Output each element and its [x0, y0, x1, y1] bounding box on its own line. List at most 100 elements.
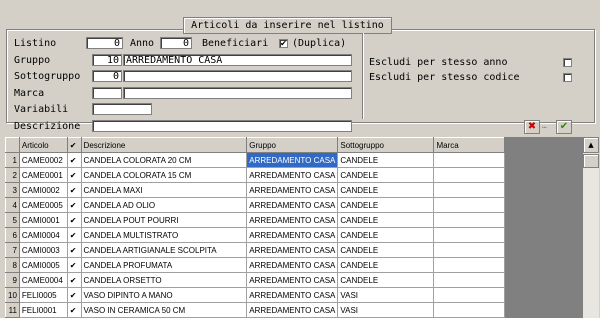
cell-gruppo[interactable]: ARREDAMENTO CASA: [246, 287, 339, 303]
gruppo-code-field[interactable]: 10: [92, 54, 122, 66]
cell-check[interactable]: ✔: [66, 242, 82, 258]
table-row[interactable]: 9 CAME0004 ✔ CANDELA ORSETTO ARREDAMENTO CAS…: [5, 272, 505, 288]
table-row[interactable]: 11 FELI0001 ✔ VASO IN CERAMICA 50 CM ARREDAM…: [5, 302, 505, 318]
row-number[interactable]: 5: [5, 212, 20, 228]
cell-check[interactable]: ✔: [66, 302, 82, 318]
escludi-codice-checkbox[interactable]: [563, 73, 572, 82]
cell-check[interactable]: ✔: [66, 152, 82, 168]
table-row[interactable]: 10 FELI0005 ✔ VASO DIPINTO A MANO ARREDAMENT…: [5, 287, 505, 303]
cell-descrizione[interactable]: VASO IN CERAMICA 50 CM: [80, 302, 248, 318]
table-row[interactable]: 7 CAMI0003 ✔ CANDELA ARTIGIANALE SCOLPITA AR…: [5, 242, 505, 258]
cell-gruppo[interactable]: ARREDAMENTO CASA: [246, 182, 339, 198]
confirm-button[interactable]: ✔: [556, 120, 572, 134]
row-number[interactable]: 6: [5, 227, 20, 243]
row-number[interactable]: 8: [5, 257, 20, 273]
col-header-articolo[interactable]: Articolo: [18, 137, 68, 153]
cell-check[interactable]: ✔: [66, 197, 82, 213]
cell-descrizione[interactable]: CANDELA MULTISTRATO: [80, 227, 248, 243]
cell-descrizione[interactable]: CANDELA MAXI: [80, 182, 248, 198]
marca-name-field[interactable]: [123, 87, 352, 99]
cell-marca[interactable]: [433, 197, 505, 213]
col-header-check[interactable]: ✔: [66, 137, 82, 153]
cell-descrizione[interactable]: CANDELA PROFUMATA: [80, 257, 248, 273]
row-number[interactable]: 7: [5, 242, 20, 258]
scroll-up-icon[interactable]: ▲: [583, 137, 599, 153]
table-row[interactable]: 1 CAME0002 ✔ CANDELA COLORATA 20 CM ARREDAME…: [5, 152, 505, 168]
col-header-gruppo[interactable]: Gruppo: [246, 137, 339, 153]
cell-gruppo[interactable]: ARREDAMENTO CASA: [246, 242, 339, 258]
beneficiari-checkbox[interactable]: ✔: [279, 39, 288, 48]
cell-sottogruppo[interactable]: CANDELE: [337, 257, 435, 273]
row-number[interactable]: 3: [5, 182, 20, 198]
cell-check[interactable]: ✔: [66, 272, 82, 288]
escludi-anno-checkbox[interactable]: [563, 58, 572, 67]
cell-marca[interactable]: [433, 302, 505, 318]
row-number[interactable]: 9: [5, 272, 20, 288]
gruppo-name-field[interactable]: ARREDAMENTO CASA: [123, 54, 352, 66]
cell-articolo[interactable]: CAMI0001: [18, 212, 68, 228]
cell-gruppo[interactable]: ARREDAMENTO CASA: [246, 197, 339, 213]
table-row[interactable]: 5 CAMI0001 ✔ CANDELA POUT POURRI ARREDAMENTO…: [5, 212, 505, 228]
cell-articolo[interactable]: FELI0005: [18, 287, 68, 303]
row-number[interactable]: 2: [5, 167, 20, 183]
cell-sottogruppo[interactable]: CANDELE: [337, 167, 435, 183]
cell-gruppo[interactable]: ARREDAMENTO CASA: [246, 227, 339, 243]
cell-descrizione[interactable]: CANDELA ORSETTO: [80, 272, 248, 288]
row-number[interactable]: 10: [5, 287, 20, 303]
cell-gruppo[interactable]: ARREDAMENTO CASA: [246, 257, 339, 273]
cell-descrizione[interactable]: CANDELA POUT POURRI: [80, 212, 248, 228]
cell-descrizione[interactable]: CANDELA ARTIGIANALE SCOLPITA: [80, 242, 248, 258]
cell-descrizione[interactable]: VASO DIPINTO A MANO: [80, 287, 248, 303]
cell-marca[interactable]: [433, 227, 505, 243]
cell-sottogruppo[interactable]: CANDELE: [337, 272, 435, 288]
cell-sottogruppo[interactable]: VASI: [337, 287, 435, 303]
cell-check[interactable]: ✔: [66, 287, 82, 303]
cell-check[interactable]: ✔: [66, 212, 82, 228]
cell-gruppo[interactable]: ARREDAMENTO CASA: [246, 167, 339, 183]
cell-gruppo[interactable]: ARREDAMENTO CASA: [246, 152, 339, 168]
cell-articolo[interactable]: CAMI0005: [18, 257, 68, 273]
cell-sottogruppo[interactable]: CANDELE: [337, 242, 435, 258]
sottogruppo-code-field[interactable]: 0: [92, 70, 122, 82]
scroll-thumb[interactable]: [583, 154, 599, 168]
col-header-sottogruppo[interactable]: Sottogruppo: [337, 137, 435, 153]
cell-articolo[interactable]: CAMI0003: [18, 242, 68, 258]
cell-gruppo[interactable]: ARREDAMENTO CASA: [246, 302, 339, 318]
vertical-scrollbar[interactable]: ▲: [583, 137, 599, 318]
cell-check[interactable]: ✔: [66, 257, 82, 273]
cell-sottogruppo[interactable]: CANDELE: [337, 197, 435, 213]
cell-sottogruppo[interactable]: CANDELE: [337, 152, 435, 168]
cell-marca[interactable]: [433, 287, 505, 303]
cell-articolo[interactable]: CAME0004: [18, 272, 68, 288]
cell-marca[interactable]: [433, 182, 505, 198]
table-row[interactable]: 4 CAME0005 ✔ CANDELA AD OLIO ARREDAMENTO CAS…: [5, 197, 505, 213]
cell-marca[interactable]: [433, 257, 505, 273]
cell-check[interactable]: ✔: [66, 227, 82, 243]
cell-marca[interactable]: [433, 212, 505, 228]
table-row[interactable]: 2 CAME0001 ✔ CANDELA COLORATA 15 CM ARREDAME…: [5, 167, 505, 183]
cell-articolo[interactable]: CAME0001: [18, 167, 68, 183]
cell-gruppo[interactable]: ARREDAMENTO CASA: [246, 212, 339, 228]
cell-marca[interactable]: [433, 242, 505, 258]
table-row[interactable]: 3 CAMI0002 ✔ CANDELA MAXI ARREDAMENTO CASA CA…: [5, 182, 505, 198]
anno-field[interactable]: 0: [160, 37, 192, 49]
cell-descrizione[interactable]: CANDELA AD OLIO: [80, 197, 248, 213]
marca-code-field[interactable]: [92, 87, 122, 99]
descrizione-field[interactable]: [92, 120, 352, 132]
cell-articolo[interactable]: CAME0002: [18, 152, 68, 168]
cell-sottogruppo[interactable]: CANDELE: [337, 182, 435, 198]
cell-articolo[interactable]: FELI0001: [18, 302, 68, 318]
cell-check[interactable]: ✔: [66, 182, 82, 198]
cell-check[interactable]: ✔: [66, 167, 82, 183]
cell-descrizione[interactable]: CANDELA COLORATA 20 CM: [80, 152, 248, 168]
col-header-marca[interactable]: Marca: [433, 137, 505, 153]
cell-marca[interactable]: [433, 167, 505, 183]
row-number[interactable]: 11: [5, 302, 20, 318]
cell-articolo[interactable]: CAME0005: [18, 197, 68, 213]
cell-marca[interactable]: [433, 272, 505, 288]
table-row[interactable]: 8 CAMI0005 ✔ CANDELA PROFUMATA ARREDAMENTO C…: [5, 257, 505, 273]
listino-field[interactable]: 0: [86, 37, 123, 49]
row-number[interactable]: 1: [5, 152, 20, 168]
cell-sottogruppo[interactable]: CANDELE: [337, 227, 435, 243]
cell-articolo[interactable]: CAMI0002: [18, 182, 68, 198]
